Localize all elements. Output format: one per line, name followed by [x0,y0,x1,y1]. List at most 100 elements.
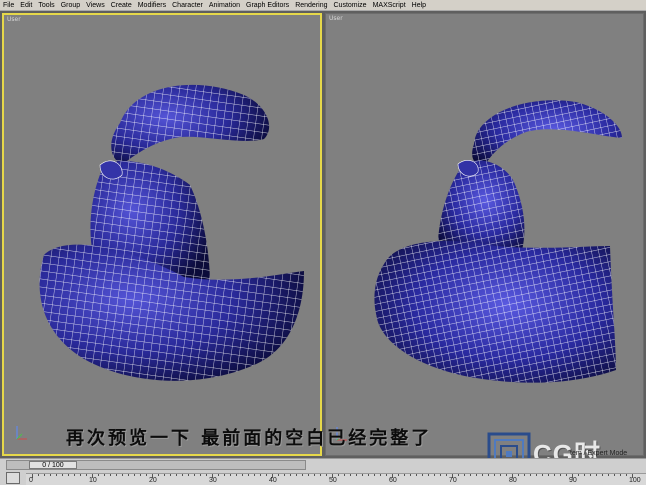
ruler-minor-tick [536,474,537,476]
ruler-minor-tick [260,474,261,476]
ruler-label: 40 [269,477,277,484]
ruler-minor-tick [446,474,447,476]
ruler-minor-tick [464,474,465,476]
ruler-minor-tick [434,474,435,476]
ruler-minor-tick [50,474,51,476]
ruler-minor-tick [524,474,525,476]
ruler-minor-tick [158,474,159,476]
track-view-icon[interactable] [6,472,20,484]
menu-item-modifiers[interactable]: Modifiers [138,0,166,11]
menu-item-customize[interactable]: Customize [334,0,367,11]
axis-gizmo-left [16,426,27,440]
ruler-minor-tick [380,474,381,476]
ruler-minor-tick [368,474,369,476]
ruler-minor-tick [176,474,177,476]
ruler-minor-tick [122,474,123,476]
menu-item-file[interactable]: File [3,0,14,11]
ruler-label: 20 [149,477,157,484]
bottom-panel: 0 / 100 0 10 20 30 40 50 60 70 80 90 100 [0,458,646,485]
ruler-minor-tick [56,474,57,476]
menu-item-edit[interactable]: Edit [20,0,32,11]
menu-item-tools[interactable]: Tools [38,0,54,11]
ruler-minor-tick [500,474,501,476]
mesh-right-base [374,240,616,383]
menu-item-animation[interactable]: Animation [209,0,240,11]
ruler-minor-tick [284,474,285,476]
time-slider-thumb[interactable]: 0 / 100 [29,461,77,469]
ruler-minor-tick [542,474,543,476]
menu-item-views[interactable]: Views [86,0,105,11]
ruler-minor-tick [62,474,63,476]
ruler-minor-tick [404,474,405,476]
ruler-minor-tick [86,474,87,476]
ruler-label: 70 [449,477,457,484]
ruler-minor-tick [116,474,117,476]
ruler-minor-tick [350,474,351,476]
ruler-minor-tick [320,474,321,476]
menu-item-create[interactable]: Create [111,0,132,11]
ruler-minor-tick [422,474,423,476]
ruler-minor-tick [566,474,567,476]
ruler-minor-tick [620,474,621,476]
viewport-user-right[interactable]: User [325,13,644,456]
ruler-minor-tick [170,474,171,476]
ruler-minor-tick [164,474,165,476]
ruler-minor-tick [236,474,237,476]
ruler-minor-tick [410,474,411,476]
menu-item-graph-editors[interactable]: Graph Editors [246,0,289,11]
ruler-minor-tick [182,474,183,476]
ruler-minor-tick [548,474,549,476]
ruler-minor-tick [44,474,45,476]
ruler-minor-tick [218,474,219,476]
ruler-minor-tick [362,474,363,476]
ruler-minor-tick [386,474,387,476]
ruler-minor-tick [98,474,99,476]
mesh-model-left [39,84,304,381]
ruler-minor-tick [230,474,231,476]
ruler-minor-tick [374,474,375,476]
ruler-minor-tick [530,474,531,476]
ruler-minor-tick [614,474,615,476]
ruler-minor-tick [506,474,507,476]
ruler-minor-tick [518,474,519,476]
mesh-right-upper-hook [472,100,622,166]
ruler-minor-tick [290,474,291,476]
ruler-label: 10 [89,477,97,484]
ruler-minor-tick [578,474,579,476]
status-text: tem / Expert Mode [570,450,628,457]
ruler-minor-tick [608,474,609,476]
ruler-minor-tick [314,474,315,476]
ruler-minor-tick [494,474,495,476]
ruler-minor-tick [356,474,357,476]
ruler-minor-tick [128,474,129,476]
menu-item-rendering[interactable]: Rendering [295,0,327,11]
timeline-ruler[interactable]: 0 10 20 30 40 50 60 70 80 90 100 [26,473,646,485]
ruler-minor-tick [416,474,417,476]
ruler-minor-tick [470,474,471,476]
ruler-label: 50 [329,477,337,484]
ruler-minor-tick [146,474,147,476]
ruler-minor-tick [278,474,279,476]
ruler-minor-tick [440,474,441,476]
ruler-minor-tick [626,474,627,476]
ruler-minor-tick [80,474,81,476]
viewport-user-left[interactable]: User [2,13,322,456]
ruler-minor-tick [596,474,597,476]
menu-item-maxscript[interactable]: MAXScript [373,0,406,11]
time-slider[interactable]: 0 / 100 [6,460,306,470]
ruler-label: 30 [209,477,217,484]
ruler-minor-tick [584,474,585,476]
ruler-minor-tick [428,474,429,476]
ruler-minor-tick [74,474,75,476]
mesh-model-right [374,100,622,383]
menu-item-help[interactable]: Help [412,0,426,11]
menu-item-character[interactable]: Character [172,0,203,11]
ruler-minor-tick [104,474,105,476]
ruler-label: 90 [569,477,577,484]
ruler-minor-tick [188,474,189,476]
menu-item-group[interactable]: Group [61,0,80,11]
ruler-minor-tick [110,474,111,476]
ruler-minor-tick [458,474,459,476]
ruler-minor-tick [134,474,135,476]
subtitle-caption: 再次预览一下 最前面的空白已经完整了 [66,428,433,449]
